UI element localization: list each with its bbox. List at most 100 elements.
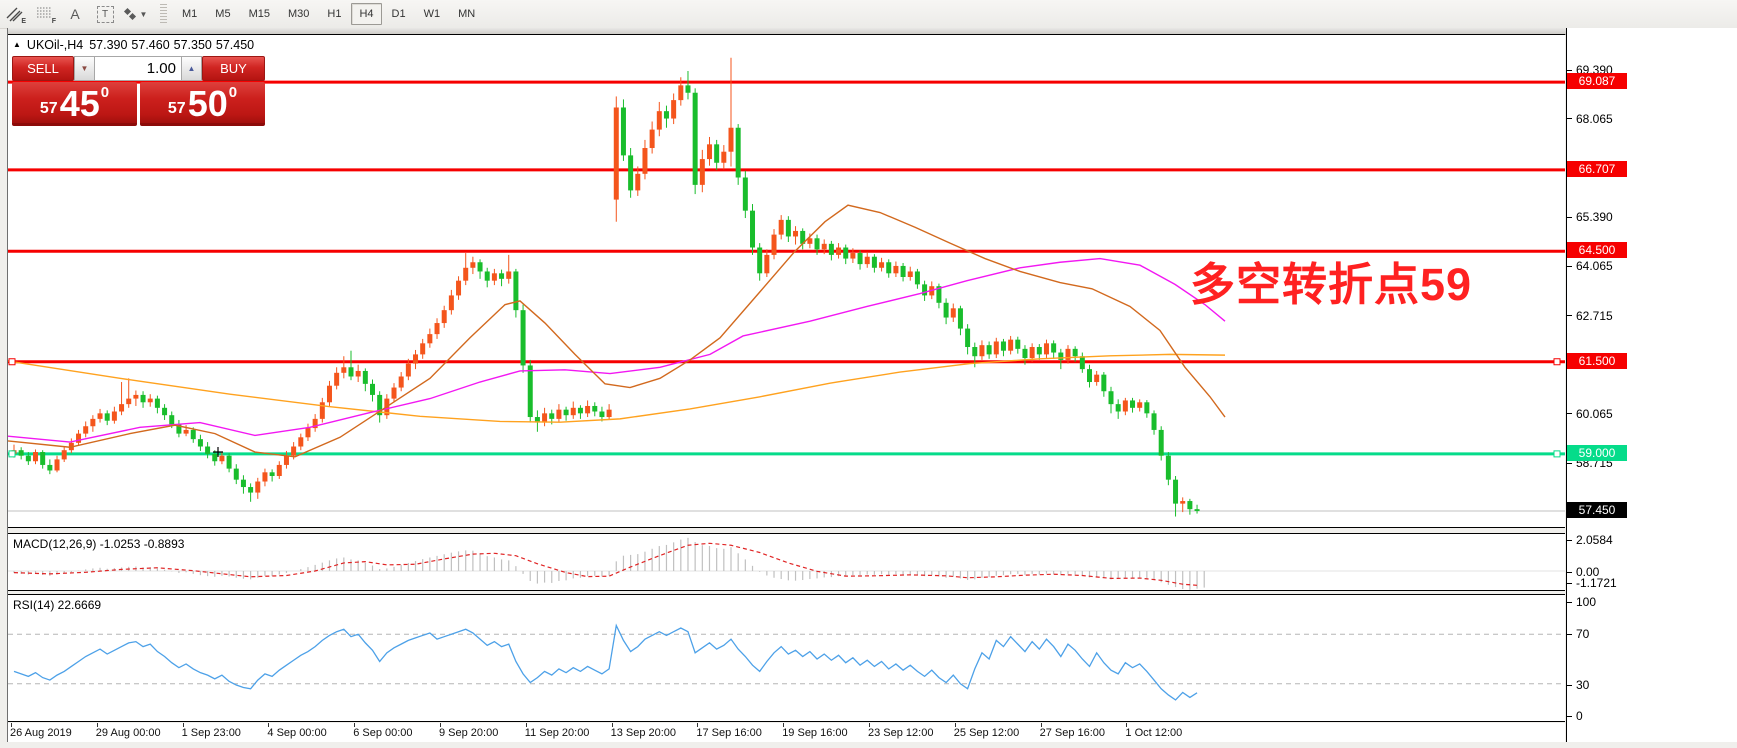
trendline-handle[interactable]	[8, 358, 16, 366]
candle-body	[269, 472, 275, 476]
candle-body	[405, 363, 411, 377]
macd-panel[interactable]: MACD(12,26,9) -1.0253 -0.8893	[8, 533, 1565, 591]
candle-body	[857, 253, 863, 265]
candle-body	[778, 219, 784, 235]
drawing-toolbar: E F A T ▼ M1 M5 M15 M30 H1 H4 D1 W1 MN	[0, 0, 1737, 29]
candle-body	[90, 418, 96, 427]
symbol-collapse-icon[interactable]: ▲	[13, 39, 21, 51]
candle-body	[620, 107, 626, 156]
candle-body	[126, 398, 132, 405]
candle-body	[1008, 339, 1014, 351]
time-label: 9 Sep 20:00	[439, 727, 499, 739]
candle-body	[470, 262, 476, 268]
rsi-line	[13, 623, 1198, 701]
trendline-handle[interactable]	[1553, 450, 1561, 458]
macd-chart	[8, 537, 1565, 590]
arrow-styles-icon[interactable]: ▼	[121, 1, 149, 27]
candle-body	[183, 429, 189, 434]
timeframe-button-m5[interactable]: M5	[207, 3, 238, 25]
volume-input[interactable]	[95, 56, 181, 81]
candle-body	[642, 148, 648, 174]
timeframe-button-mn[interactable]: MN	[450, 3, 483, 25]
candle-body	[871, 256, 877, 268]
timeframe-button-h1[interactable]: H1	[319, 3, 349, 25]
time-label: 23 Sep 12:00	[868, 727, 934, 739]
candle-body	[635, 173, 641, 191]
rsi-label: RSI(14) 22.6669	[13, 598, 102, 612]
buy-price-prefix: 57	[167, 100, 186, 117]
text-tool-icon[interactable]: A	[61, 1, 89, 27]
candle-body	[197, 439, 203, 447]
trendline-handle[interactable]	[8, 450, 16, 458]
timeframe-button-m15[interactable]: M15	[241, 3, 278, 25]
time-axis[interactable]: 26 Aug 2019 29 Aug 00:00 1 Sep 23:00 4 Sep …	[8, 723, 1565, 742]
candle-body	[240, 479, 246, 488]
candle-body	[965, 328, 971, 348]
equidistant-channel-icon[interactable]: E	[1, 1, 29, 27]
sell-price-panel[interactable]: 57 45 0	[12, 82, 137, 126]
volume-decrease-button[interactable]: ▼	[74, 56, 95, 81]
price-tick	[1567, 265, 1572, 267]
candle-body	[821, 243, 827, 250]
candle-body	[836, 247, 842, 255]
timeframe-button-m1[interactable]: M1	[174, 3, 205, 25]
candle-body	[233, 468, 239, 480]
candle-body	[628, 155, 634, 191]
candle-body	[147, 398, 153, 403]
candle-body	[54, 459, 60, 471]
ohlc-high: 57.460	[131, 38, 170, 52]
price-label: 64.065	[1576, 259, 1613, 274]
candle-body	[1087, 369, 1092, 383]
dropdown-caret-icon: ▼	[139, 9, 148, 19]
timeframe-button-h4[interactable]: H4	[351, 3, 382, 25]
volume-increase-button[interactable]: ▲	[181, 56, 202, 81]
candle-body	[262, 472, 268, 482]
candle-body	[685, 85, 691, 93]
toolbar-grip[interactable]	[160, 4, 167, 24]
ma-slow-line	[8, 353, 1226, 423]
candle-body	[1158, 429, 1164, 456]
candle-body	[370, 383, 375, 395]
rsi-chart	[8, 623, 1565, 701]
time-label: 17 Sep 16:00	[696, 727, 762, 739]
candle-body	[398, 376, 404, 388]
buy-price-big: 50	[187, 83, 228, 124]
candle-body	[893, 265, 899, 274]
candle-body	[513, 271, 519, 311]
candle-body	[1079, 356, 1085, 370]
candle-body	[957, 308, 963, 329]
fibonacci-retracement-icon[interactable]: F	[31, 1, 59, 27]
time-label: 11 Sep 20:00	[524, 727, 590, 739]
trendline-handle[interactable]	[1553, 358, 1561, 366]
sell-button[interactable]: SELL	[12, 56, 74, 81]
candle-body	[391, 387, 397, 399]
candle-body	[219, 455, 225, 462]
sell-price-prefix: 57	[39, 100, 58, 117]
candle-body	[556, 409, 562, 419]
rsi-panel[interactable]: RSI(14) 22.6669	[8, 594, 1565, 722]
price-tick	[1567, 69, 1572, 71]
time-label: 25 Sep 12:00	[953, 727, 1020, 739]
text-label-tool-icon[interactable]: T	[91, 1, 119, 27]
price-tick	[1567, 315, 1572, 317]
candle-body	[506, 271, 512, 279]
candle-body	[169, 415, 175, 425]
candle-body	[585, 405, 591, 414]
candle-body	[886, 262, 892, 274]
candle-body	[355, 370, 361, 377]
buy-button[interactable]: BUY	[202, 56, 265, 81]
candle-body	[97, 413, 103, 419]
timeframe-button-w1[interactable]: W1	[416, 3, 449, 25]
candle-body	[413, 354, 419, 364]
candle-body	[1130, 400, 1136, 408]
price-axis[interactable]: 69.390 68.065 65.390 64.065 62.715 60.065 58.7…	[1566, 28, 1737, 742]
buy-price-panel[interactable]: 57 50 0	[140, 82, 265, 126]
timeframe-button-d1[interactable]: D1	[384, 3, 414, 25]
timeframe-button-m30[interactable]: M30	[280, 3, 317, 25]
candle-body	[305, 428, 311, 438]
candle-body	[1058, 352, 1064, 360]
candle-body	[728, 127, 734, 152]
price-label: 65.390	[1576, 210, 1613, 225]
candle-body	[348, 367, 354, 377]
candle-body	[1043, 343, 1049, 355]
